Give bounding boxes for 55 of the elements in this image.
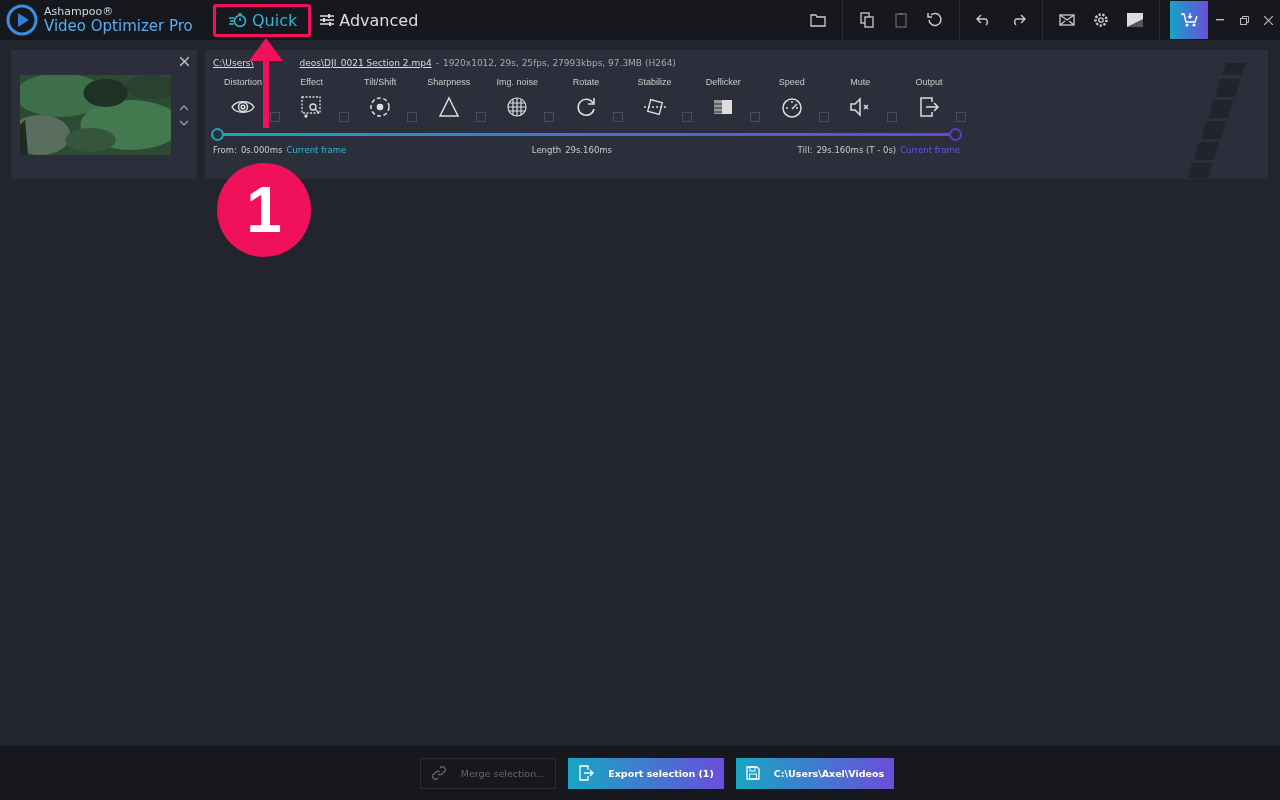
app-title: Video Optimizer Pro bbox=[44, 19, 193, 34]
range-end-handle[interactable] bbox=[949, 128, 962, 141]
from-value: 0s.000ms bbox=[240, 145, 283, 155]
from-label: From: bbox=[213, 145, 237, 155]
range-start-handle[interactable] bbox=[211, 128, 224, 141]
tool-label: Sharpness bbox=[427, 77, 471, 87]
current-frame-link[interactable]: Current frame bbox=[286, 145, 347, 155]
tool-checkbox[interactable] bbox=[270, 112, 280, 122]
play-logo-icon bbox=[6, 4, 38, 36]
tool-label: Mute bbox=[850, 77, 871, 87]
tool-checkbox[interactable] bbox=[338, 112, 349, 122]
tool-label: Img. noise bbox=[496, 77, 539, 87]
range-slider[interactable] bbox=[211, 128, 962, 141]
tool-checkbox[interactable] bbox=[955, 112, 966, 122]
tool-checkbox[interactable] bbox=[750, 112, 761, 122]
till-label: Till: bbox=[797, 145, 813, 155]
till-value: 29s.160ms (T - 0s) bbox=[816, 145, 897, 155]
tool-label: Deflicker bbox=[705, 77, 741, 87]
export-selection-button[interactable]: Export selection (1) bbox=[568, 757, 724, 789]
magnifier-frame-icon[interactable] bbox=[299, 95, 324, 119]
tool-checkbox[interactable] bbox=[475, 112, 486, 122]
sliders-icon bbox=[319, 13, 336, 27]
stopwatch-icon bbox=[228, 12, 248, 28]
tool-label: Stabilize bbox=[637, 77, 672, 87]
file-path-link[interactable]: deos\DJI_0021 Section 2.mp4 bbox=[299, 57, 432, 68]
save-icon bbox=[745, 766, 760, 780]
tool-label: Tilt/Shift bbox=[364, 77, 397, 87]
link-icon bbox=[430, 765, 447, 781]
tool-label: Distortion bbox=[224, 77, 262, 87]
tool-checkbox[interactable] bbox=[612, 112, 623, 122]
length-label: Length bbox=[531, 145, 562, 155]
tool-checkbox[interactable] bbox=[887, 112, 898, 122]
clip-info: 1920x1012, 29s, 25fps, 27993kbps, 97.3MB (H264) bbox=[442, 57, 676, 68]
mode-tab[interactable]: Advanced bbox=[311, 5, 427, 35]
tool-checkbox[interactable] bbox=[818, 112, 829, 122]
brand-name: Ashampoo® bbox=[44, 6, 115, 17]
tool-label: Rotate bbox=[572, 77, 600, 87]
exit-icon bbox=[578, 765, 595, 781]
step-number-badge: 1 bbox=[217, 163, 311, 257]
grid-globe-icon[interactable] bbox=[505, 95, 530, 119]
tool-checkbox[interactable] bbox=[681, 112, 692, 122]
tool-label: Output bbox=[915, 77, 943, 87]
cart-icon[interactable] bbox=[1170, 1, 1208, 39]
output-folder-button[interactable]: C:\Users\Axel\Videos bbox=[735, 757, 895, 789]
tool-checkbox[interactable] bbox=[407, 112, 418, 122]
mode-tab[interactable]: Quick bbox=[220, 5, 306, 35]
tool-checkbox[interactable] bbox=[544, 112, 555, 122]
speedometer-icon[interactable] bbox=[779, 95, 804, 119]
file-path-link[interactable]: C:\Users\ bbox=[213, 57, 254, 68]
tool-label: Effect bbox=[300, 77, 323, 87]
length-value: 29s.160ms bbox=[565, 145, 612, 155]
triangle-icon[interactable] bbox=[436, 95, 461, 119]
tool-label: Speed bbox=[778, 77, 805, 87]
separator-text: - bbox=[435, 57, 439, 68]
focus-circle-icon[interactable] bbox=[368, 95, 393, 119]
